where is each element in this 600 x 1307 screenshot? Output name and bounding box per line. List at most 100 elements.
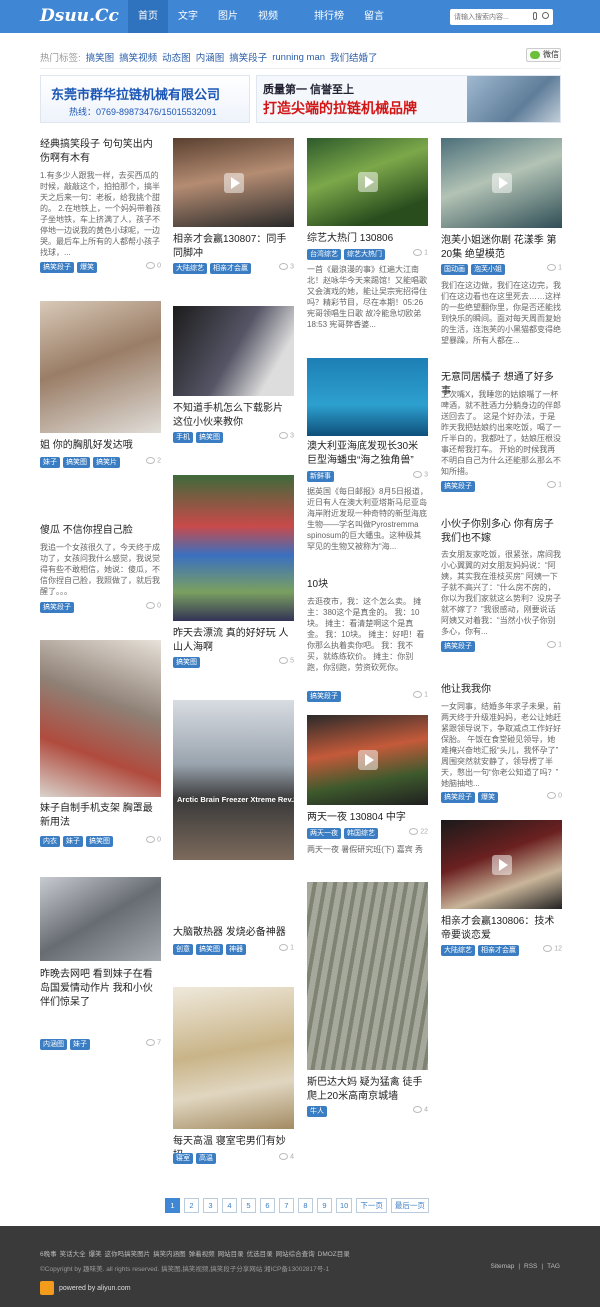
next-page-button[interactable]: 下一页 — [356, 1198, 387, 1213]
post-title[interactable]: 澳大利亚海底发现长30米巨型海蟠虫“海之独角兽” — [307, 440, 428, 468]
footer-link[interactable]: 笑话大全 — [60, 1248, 86, 1258]
post-thumbnail[interactable] — [307, 882, 428, 1070]
tag-chip[interactable]: 牛人 — [307, 1106, 327, 1117]
post-title[interactable]: 他让我我你 — [441, 683, 491, 697]
post-title[interactable]: 斯巴达大妈 疑为猛禽 徒手爬上20米高南京城墙 — [307, 1076, 428, 1104]
tag-chip[interactable]: 泡芙小姐 — [471, 264, 505, 275]
footer-link[interactable]: 网站目录 — [218, 1248, 244, 1258]
tag-chip[interactable]: 搞笑片 — [93, 457, 120, 468]
post-title[interactable]: 姐 你的胸肌好发达哦 — [40, 439, 133, 453]
tag-chip[interactable]: 相亲才会赢 — [210, 263, 251, 274]
tag-chip[interactable]: 爆笑 — [478, 792, 498, 803]
post-thumbnail[interactable] — [40, 640, 161, 797]
tag-chip[interactable]: 搞笑图 — [63, 457, 90, 468]
footer-link[interactable]: 爆笑 — [89, 1248, 102, 1258]
tag-link[interactable]: TAG — [547, 1263, 560, 1270]
post-title[interactable]: 昨天去漂流 真的好好玩 人山人海啊 — [173, 627, 294, 655]
nav-ranking[interactable]: 排行榜 — [304, 0, 354, 33]
rss-link[interactable]: RSS — [524, 1263, 537, 1270]
post-thumbnail[interactable] — [307, 358, 428, 436]
post-thumbnail[interactable] — [173, 987, 294, 1129]
hot-tag[interactable]: 搞笑图 — [86, 50, 115, 64]
tag-chip[interactable]: 搞笑段子 — [307, 691, 341, 702]
tag-chip[interactable]: 搞笑图 — [86, 836, 113, 847]
tag-chip[interactable]: 高温 — [196, 1153, 216, 1164]
nav-guestbook[interactable]: 留言 — [354, 0, 394, 33]
hot-tag[interactable]: 搞笑视频 — [119, 50, 157, 64]
post-thumbnail[interactable] — [40, 301, 161, 433]
sitemap-link[interactable]: Sitemap — [490, 1263, 514, 1270]
tag-chip[interactable]: 大陆综艺 — [441, 945, 475, 956]
post-title[interactable]: 综艺大热门 130806 — [307, 232, 393, 246]
powered-by[interactable]: powered by aliyun.com — [40, 1281, 131, 1295]
footer-link[interactable]: 搞笑内涵图 — [153, 1248, 186, 1258]
post-thumbnail[interactable] — [173, 306, 294, 396]
tag-chip[interactable]: 搞笑图 — [173, 657, 200, 668]
post-thumbnail[interactable] — [40, 877, 161, 961]
tag-chip[interactable]: 神器 — [226, 944, 246, 955]
nav-home[interactable]: 首页 — [128, 0, 168, 33]
post-title[interactable]: 傻瓜 不信你捏自己脸 — [40, 524, 133, 538]
tag-chip[interactable]: 搞笑段子 — [40, 262, 74, 273]
page-7[interactable]: 7 — [279, 1198, 294, 1213]
tag-chip[interactable]: 搞笑段子 — [441, 641, 475, 652]
post-title[interactable]: 10块 — [307, 578, 328, 592]
brand-banner-ad[interactable]: 质量第一 信誉至上 打造尖端的拉链机械品牌 — [256, 75, 561, 123]
footer-link[interactable]: 优选目录 — [247, 1248, 273, 1258]
page-2[interactable]: 2 — [184, 1198, 199, 1213]
tag-chip[interactable]: 相亲才会赢 — [478, 945, 519, 956]
footer-link[interactable]: 这你吗搞笑图片 — [105, 1248, 151, 1258]
tag-chip[interactable]: 妹子 — [40, 457, 60, 468]
page-5[interactable]: 5 — [241, 1198, 256, 1213]
post-title[interactable]: 昨晚去网吧 看到妹子在看岛国爱情动作片 我和小伙伴们惊呆了 — [40, 968, 161, 1010]
tag-chip[interactable]: 搞笑图 — [196, 944, 223, 955]
search-input[interactable] — [450, 9, 520, 25]
nav-images[interactable]: 图片 — [208, 0, 248, 33]
microphone-icon[interactable] — [533, 12, 537, 20]
post-thumbnail[interactable] — [173, 475, 294, 621]
tag-chip[interactable]: 搞笑图 — [196, 432, 223, 443]
tag-chip[interactable]: 搞笑段子 — [441, 481, 475, 492]
tag-chip[interactable]: 台湾综艺 — [307, 249, 341, 260]
page-1[interactable]: 1 — [165, 1198, 180, 1213]
tag-chip[interactable]: 搞笑段子 — [441, 792, 475, 803]
tag-chip[interactable]: 新鲜事 — [307, 471, 334, 482]
hot-tag[interactable]: 动态图 — [162, 50, 191, 64]
post-title[interactable]: 经典搞笑段子 句句笑出内伤啊有木有 — [40, 138, 161, 166]
video-thumbnail[interactable] — [307, 715, 428, 805]
video-thumbnail[interactable] — [173, 138, 294, 227]
tag-chip[interactable]: 大陆综艺 — [173, 263, 207, 274]
hot-tag[interactable]: 我们结婚了 — [330, 50, 378, 64]
post-title[interactable]: 相亲才会赢130807：同手同脚冲 — [173, 233, 294, 261]
tag-chip[interactable]: 创意 — [173, 944, 193, 955]
page-6[interactable]: 6 — [260, 1198, 275, 1213]
page-8[interactable]: 8 — [298, 1198, 313, 1213]
tag-chip[interactable]: 爆笑 — [77, 262, 97, 273]
tag-chip[interactable]: 妹子 — [70, 1039, 90, 1050]
post-title[interactable]: 两天一夜 130804 中字 — [307, 811, 406, 825]
tag-chip[interactable]: 国动画 — [441, 264, 468, 275]
wechat-button[interactable]: 微信 — [526, 48, 561, 62]
tag-chip[interactable]: 两天一夜 — [307, 828, 341, 839]
footer-link[interactable]: 网站综合查询 — [276, 1248, 315, 1258]
footer-link[interactable]: DMOZ目录 — [318, 1248, 350, 1258]
hot-tag[interactable]: 内涵图 — [196, 50, 225, 64]
hot-tag[interactable]: running man — [272, 52, 325, 63]
page-3[interactable]: 3 — [203, 1198, 218, 1213]
post-thumbnail[interactable]: Arctic Brain Freezer Xtreme Rev.2 — [173, 700, 294, 860]
video-thumbnail[interactable] — [441, 138, 562, 228]
site-logo[interactable]: Dsuu.Cc — [40, 6, 119, 26]
last-page-button[interactable]: 最后一页 — [390, 1198, 429, 1213]
post-title[interactable]: 小伙子你别多心 你有房子我们也不嫁 — [441, 518, 562, 546]
post-title[interactable]: 泡芙小姐迷你剧 花漾季 第20集 绝望模范 — [441, 234, 562, 262]
post-title[interactable]: 不知道手机怎么下载影片 这位小伙来教你 — [173, 402, 294, 430]
page-4[interactable]: 4 — [222, 1198, 237, 1213]
footer-link[interactable]: 弹着视频 — [189, 1248, 215, 1258]
tag-chip[interactable]: 寝室 — [173, 1153, 193, 1164]
video-thumbnail[interactable] — [441, 820, 562, 909]
footer-link[interactable]: 6晚事 — [40, 1248, 57, 1258]
page-9[interactable]: 9 — [317, 1198, 332, 1213]
tag-chip[interactable]: 内涵图 — [40, 1039, 67, 1050]
nav-text[interactable]: 文字 — [168, 0, 208, 33]
video-thumbnail[interactable] — [307, 138, 428, 226]
